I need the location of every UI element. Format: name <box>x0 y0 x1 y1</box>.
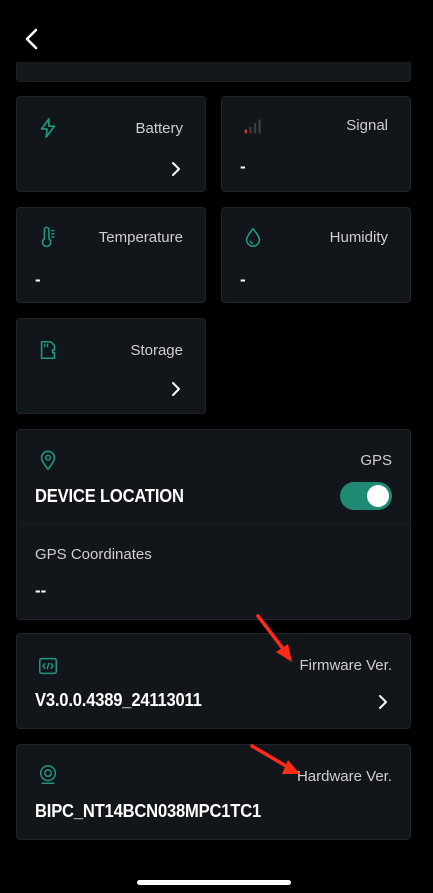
humidity-label: Humidity <box>329 229 388 246</box>
signal-value: - <box>240 157 246 176</box>
firmware-label: Firmware Ver. <box>299 657 392 674</box>
signal-card[interactable]: Signal - <box>221 96 411 192</box>
temperature-value: - <box>35 270 41 289</box>
hardware-version-value: BIPC_NT14BCN038MPC1TC1 <box>35 801 262 821</box>
device-location-title: DEVICE LOCATION <box>35 486 184 506</box>
map-pin-icon <box>40 450 56 471</box>
annotation-arrow-hardware <box>250 744 300 774</box>
humidity-value: - <box>240 270 246 289</box>
humidity-card: Humidity - <box>221 207 411 303</box>
annotation-arrow-firmware <box>256 614 292 662</box>
toggle-knob <box>367 485 389 507</box>
storage-label: Storage <box>130 342 183 359</box>
chevron-right-icon[interactable] <box>171 381 181 397</box>
thermometer-icon <box>41 226 55 248</box>
home-indicator <box>137 880 291 885</box>
chevron-right-icon[interactable] <box>171 161 181 177</box>
camera-lens-icon <box>39 765 57 784</box>
temperature-label: Temperature <box>98 229 183 246</box>
gps-coordinates-value: -- <box>35 581 47 600</box>
back-button[interactable] <box>16 24 46 54</box>
hardware-label: Hardware Ver. <box>296 768 392 785</box>
chevron-right-icon[interactable] <box>378 694 388 710</box>
gps-toggle[interactable] <box>340 482 392 510</box>
previous-card-edge <box>16 62 411 82</box>
firmware-version-value: V3.0.0.4389_24113011 <box>35 690 202 710</box>
hardware-card: Hardware Ver. BIPC_NT14BCN038MPC1TC1 <box>16 744 411 840</box>
gps-label: GPS <box>360 452 392 469</box>
battery-card[interactable]: Battery <box>16 96 206 192</box>
chevron-left-icon <box>25 28 38 50</box>
signal-bars-icon <box>244 119 261 134</box>
gps-coordinates-card: GPS Coordinates -- <box>16 524 411 620</box>
firmware-card[interactable]: Firmware Ver. V3.0.0.4389_24113011 <box>16 633 411 729</box>
lightning-icon <box>40 118 56 138</box>
code-icon <box>39 657 57 675</box>
storage-card[interactable]: Storage <box>16 318 206 414</box>
sd-card-icon <box>40 340 56 360</box>
device-location-card: GPS DEVICE LOCATION <box>16 429 411 525</box>
battery-label: Battery <box>135 120 183 137</box>
gps-coordinates-label: GPS Coordinates <box>35 546 152 563</box>
water-drop-icon <box>245 227 261 247</box>
signal-label: Signal <box>346 117 388 134</box>
temperature-card: Temperature - <box>16 207 206 303</box>
